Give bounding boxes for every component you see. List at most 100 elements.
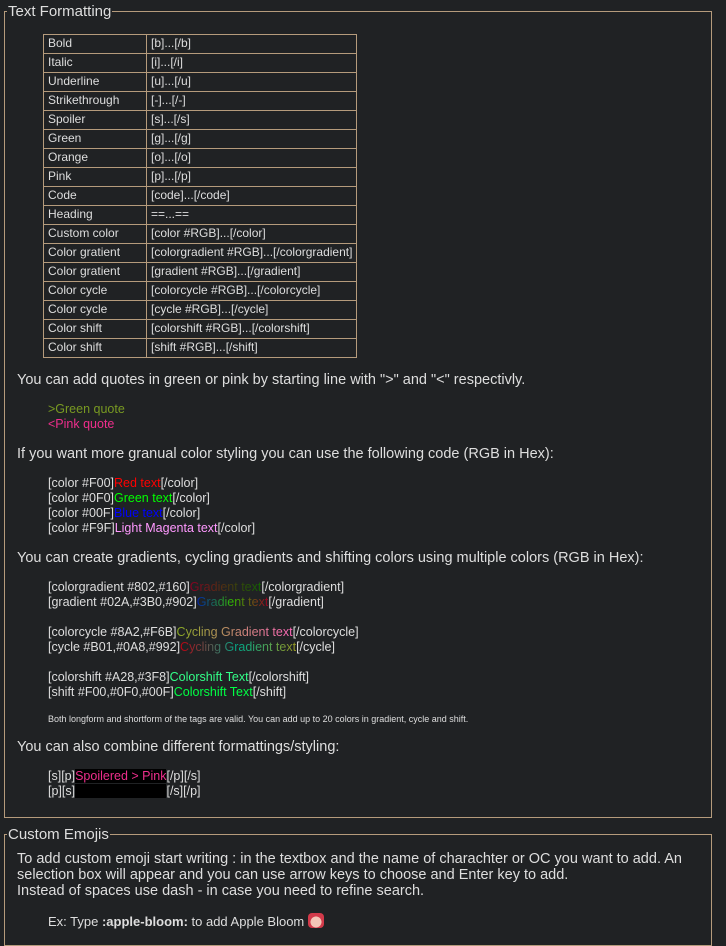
format-code-cell: [colorcycle #RGB]...[/colorcycle] <box>145 281 358 301</box>
shift-examples: [colorshift #A28,#3F8]Colorshift Text[/c… <box>48 670 711 700</box>
shift-example-line: [shift #F00,#0F0,#00F]Colorshift Text[/s… <box>48 685 711 700</box>
combine-intro: You can also combine different formattin… <box>17 739 340 755</box>
code-open: [cycle #B01,#0A8,#992] <box>48 640 181 654</box>
custom-emojis-section: Custom Emojis To add custom emoji start … <box>4 826 712 946</box>
code-open: [gradient #02A,#3B0,#902] <box>48 595 197 609</box>
format-code-cell: [code]...[/code] <box>145 186 358 206</box>
code-close: [/p][/s] <box>166 769 201 783</box>
format-code-cell: [u]...[/u] <box>145 72 358 92</box>
format-code-cell: ==...== <box>145 205 358 225</box>
cycle-example-line: [colorcycle #8A2,#F6B]Cycling Gradient t… <box>48 625 711 640</box>
code-close: [/colorgradient] <box>261 580 345 594</box>
emoji-example: Ex: Type :apple-bloom: to add Apple Bloo… <box>48 913 711 929</box>
code-close: [/shift] <box>252 685 287 699</box>
code-close: [/color] <box>160 476 199 490</box>
example-suffix: to add Apple Bloom <box>187 914 308 929</box>
format-name-cell: Color cycle <box>43 300 147 320</box>
code-open: [colorcycle #8A2,#F6B] <box>48 625 177 639</box>
table-row: Orange [o]...[/o] <box>43 148 358 168</box>
format-code-cell: [colorgradient #RGB]...[/colorgradient] <box>145 243 358 263</box>
format-code-cell: [o]...[/o] <box>145 148 358 168</box>
table-row: Heading ==...== <box>43 205 358 225</box>
gradient-example-line: [colorgradient #802,#160]Gradient text[/… <box>48 580 711 595</box>
code-close: [/color] <box>172 491 210 505</box>
code-open: [color #0F0] <box>48 491 115 505</box>
table-row: Pink [p]...[/p] <box>43 167 358 187</box>
table-row: Color gratient [gradient #RGB]...[/gradie… <box>43 262 358 282</box>
emoji-instructions-line2: Instead of spaces use dash - in case you… <box>17 883 425 899</box>
table-row: Bold [b]...[/b] <box>43 34 358 54</box>
color-examples: [color #F00]Red text[/color] [color #0F0]… <box>48 476 711 536</box>
code-open: [color #F00] <box>48 476 115 490</box>
table-row: Code [code]...[/code] <box>43 186 358 206</box>
color-sample-text: Blue text <box>114 506 163 520</box>
shift-sample-text: Colorshift Text <box>173 685 253 699</box>
code-open: [shift #F00,#0F0,#00F] <box>48 685 174 699</box>
format-name-cell: Color shift <box>43 319 147 339</box>
table-row: Green [g]...[/g] <box>43 129 358 149</box>
format-name-cell: Heading <box>43 205 147 225</box>
cycle-examples: [colorcycle #8A2,#F6B]Cycling Gradient t… <box>48 625 711 655</box>
code-close: [/colorshift] <box>248 670 310 684</box>
combine-examples: [s][p]Spoilered > Pink[/p][/s] [p][s]Pin… <box>48 769 711 799</box>
code-open: [colorgradient #802,#160] <box>48 580 190 594</box>
format-name-cell: Bold <box>43 34 147 54</box>
table-row: Color cycle [colorcycle #RGB]...[/colorcy… <box>43 281 358 301</box>
format-name-cell: Custom color <box>43 224 147 244</box>
formatting-table: Bold [b]...[/b] Italic [i]...[/i] Underline[… <box>43 34 358 358</box>
green-quote-example: >Green quote <box>48 402 125 416</box>
code-close: [/color] <box>162 506 201 520</box>
emoji-instructions-line1: To add custom emoji start writing : in t… <box>17 851 682 883</box>
format-name-cell: Strikethrough <box>43 91 147 111</box>
combine-line-pink-spoiler: [p][s]Pinked > Spoiler[/s][/p] <box>48 784 711 799</box>
format-name-cell: Spoiler <box>43 110 147 130</box>
code-close: [/s][/p] <box>166 784 201 798</box>
format-code-cell: [s]...[/s] <box>145 110 358 130</box>
gradient-examples: [colorgradient #802,#160]Gradient text[/… <box>48 580 711 610</box>
format-code-cell: [shift #RGB]...[/shift] <box>145 338 358 358</box>
combine-line-spoiler-pink: [s][p]Spoilered > Pink[/p][/s] <box>48 769 711 784</box>
format-name-cell: Code <box>43 186 147 206</box>
code-close: [/color] <box>217 521 256 535</box>
format-name-cell: Orange <box>43 148 147 168</box>
table-row: Spoiler [s]...[/s] <box>43 110 358 130</box>
gradient-sample-text: Gradient text <box>196 595 269 609</box>
format-name-cell: Color gratient <box>43 243 147 263</box>
code-open: [p][s] <box>48 784 76 798</box>
example-prefix: Ex: Type <box>48 914 102 929</box>
format-code-cell: [p]...[/p] <box>145 167 358 187</box>
format-code-cell: [-]...[/-] <box>145 91 358 111</box>
text-formatting-legend: Text Formatting <box>8 3 112 20</box>
code-open: [color #F9F] <box>48 521 115 535</box>
shift-example-line: [colorshift #A28,#3F8]Colorshift Text[/c… <box>48 670 711 685</box>
format-code-cell: [color #RGB]...[/color] <box>145 224 358 244</box>
quotes-intro: You can add quotes in green or pink by s… <box>17 372 526 388</box>
format-name-cell: Color cycle <box>43 281 147 301</box>
code-close: [/colorcycle] <box>292 625 359 639</box>
format-code-cell: [gradient #RGB]...[/gradient] <box>145 262 358 282</box>
table-row: Italic [i]...[/i] <box>43 53 358 73</box>
table-row: Underline [u]...[/u] <box>43 72 358 92</box>
custom-emojis-legend: Custom Emojis <box>8 826 109 843</box>
emoji-instructions: To add custom emoji start writing : in t… <box>17 851 711 899</box>
table-row: Strikethrough [-]...[/-] <box>43 91 358 111</box>
format-name-cell: Green <box>43 129 147 149</box>
format-code-cell: [cycle #RGB]...[/cycle] <box>145 300 358 320</box>
pink-quote-example: <Pink quote <box>48 417 115 431</box>
format-name-cell: Color shift <box>43 338 147 358</box>
gradient-sample-text: Gradient text <box>189 580 262 594</box>
spoilered-pink-text[interactable]: Spoilered > Pink <box>75 769 167 783</box>
format-name-cell: Pink <box>43 167 147 187</box>
code-open: [s][p] <box>48 769 76 783</box>
color-sample-text: Green text <box>114 491 173 505</box>
color-example-line: [color #00F]Blue text[/color] <box>48 506 711 521</box>
pinked-spoiler-text[interactable]: Pinked > Spoiler <box>75 784 167 798</box>
table-row: Color cycle [cycle #RGB]...[/cycle] <box>43 300 358 320</box>
format-code-cell: [colorshift #RGB]...[/colorshift] <box>145 319 358 339</box>
code-close: [/gradient] <box>268 595 324 609</box>
format-code-cell: [g]...[/g] <box>145 129 358 149</box>
cycle-sample-text: Cycling Gradient text <box>176 625 293 639</box>
cycle-example-line: [cycle #B01,#0A8,#992]Cycling Gradient t… <box>48 640 711 655</box>
tags-note: Both longform and shortform of the tags … <box>48 714 469 724</box>
apple-bloom-emoji-icon <box>307 913 324 928</box>
